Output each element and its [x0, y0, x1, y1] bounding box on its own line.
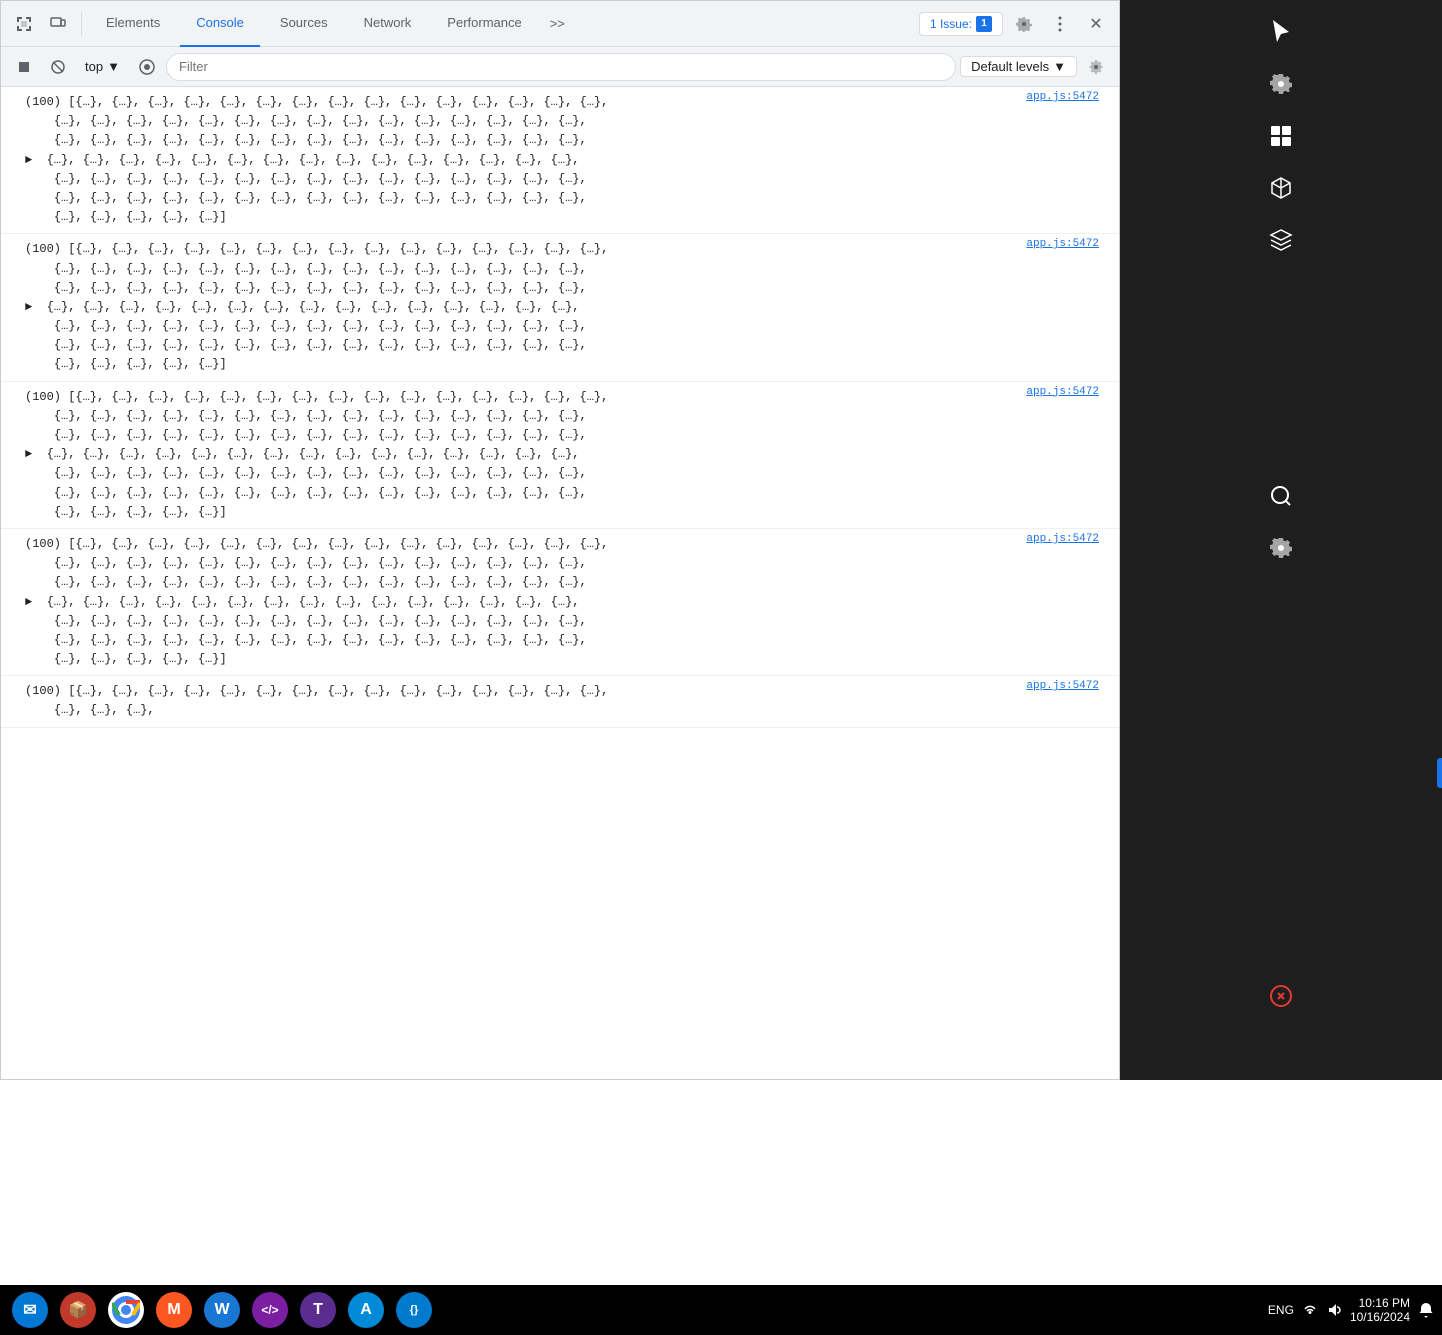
- sidebar-icon-search[interactable]: [1257, 472, 1305, 520]
- context-selector[interactable]: top ▼: [77, 57, 128, 76]
- devtools-panel: Elements Console Sources Network Perform…: [0, 0, 1120, 1080]
- entry-content: (100) [{…}, {…}, {…}, {…}, {…}, {…}, {…}…: [1, 386, 1119, 524]
- tab-elements[interactable]: Elements: [90, 1, 176, 47]
- taskbar-mail-app[interactable]: ✉: [8, 1288, 52, 1332]
- issue-count-icon: 1: [976, 16, 992, 32]
- sidebar-icon-cube[interactable]: [1257, 164, 1305, 212]
- taskbar: ✉ 📦 M W </>: [0, 1285, 1442, 1335]
- console-entry: app.js:5472 (100) [{…}, {…}, {…}, {…}, {…: [1, 529, 1119, 676]
- console-entry: app.js:5472 (100) [{…}, {…}, {…}, {…}, {…: [1, 87, 1119, 234]
- toolbar-divider-1: [81, 12, 82, 36]
- console-output[interactable]: app.js:5472 (100) [{…}, {…}, {…}, {…}, {…: [1, 87, 1119, 1079]
- taskbar-manga-app[interactable]: M: [152, 1288, 196, 1332]
- taskbar-language: ENG: [1268, 1303, 1294, 1317]
- wifi-icon: [1302, 1302, 1318, 1318]
- device-toggle-button[interactable]: [43, 9, 73, 39]
- volume-icon: [1326, 1302, 1342, 1318]
- source-link[interactable]: app.js:5472: [1026, 386, 1099, 398]
- devtools-settings-button[interactable]: [1009, 9, 1039, 39]
- sidebar-icon-settings[interactable]: [1257, 524, 1305, 572]
- live-expression-button[interactable]: [132, 52, 162, 82]
- taskbar-chrome-app[interactable]: [104, 1288, 148, 1332]
- notification-icon[interactable]: [1418, 1302, 1434, 1318]
- source-link[interactable]: app.js:5472: [1026, 238, 1099, 250]
- taskbar-right: ENG 10:16 PM 10/16/2024: [1268, 1296, 1434, 1324]
- taskbar-code-app[interactable]: </>: [248, 1288, 292, 1332]
- levels-chevron-icon: ▼: [1053, 59, 1066, 74]
- chevron-down-icon: ▼: [107, 59, 120, 74]
- entry-content: (100) [{…}, {…}, {…}, {…}, {…}, {…}, {…}…: [1, 91, 1119, 229]
- sidebar-icon-cursor[interactable]: [1257, 8, 1305, 56]
- tab-sources[interactable]: Sources: [264, 1, 344, 47]
- entry-content: (100) [{…}, {…}, {…}, {…}, {…}, {…}, {…}…: [1, 533, 1119, 671]
- taskbar-word-app[interactable]: W: [200, 1288, 244, 1332]
- devtools-more-button[interactable]: [1045, 9, 1075, 39]
- entry-content: (100) [{…}, {…}, {…}, {…}, {…}, {…}, {…}…: [1, 680, 1119, 722]
- taskbar-teams-app[interactable]: T: [296, 1288, 340, 1332]
- tab-performance[interactable]: Performance: [431, 1, 537, 47]
- devtools-toolbar: Elements Console Sources Network Perform…: [1, 1, 1119, 47]
- taskbar-store-app[interactable]: 📦: [56, 1288, 100, 1332]
- log-levels-dropdown[interactable]: Default levels ▼: [960, 56, 1077, 77]
- source-link[interactable]: app.js:5472: [1026, 680, 1099, 692]
- console-settings-button[interactable]: [1081, 52, 1111, 82]
- issue-badge-label: 1 Issue:: [930, 17, 972, 31]
- taskbar-azure-app[interactable]: A: [344, 1288, 388, 1332]
- stop-button[interactable]: [43, 52, 73, 82]
- console-toolbar: top ▼ Default levels ▼: [1, 47, 1119, 87]
- clear-console-button[interactable]: [9, 52, 39, 82]
- sidebar-icon-gear[interactable]: [1257, 60, 1305, 108]
- toolbar-right: 1 Issue: 1 ✕: [919, 9, 1111, 39]
- issue-badge[interactable]: 1 Issue: 1: [919, 12, 1003, 36]
- entry-content: (100) [{…}, {…}, {…}, {…}, {…}, {…}, {…}…: [1, 238, 1119, 376]
- context-label: top: [85, 59, 103, 74]
- console-entry: app.js:5472 (100) [{…}, {…}, {…}, {…}, {…: [1, 676, 1119, 727]
- source-link[interactable]: app.js:5472: [1026, 533, 1099, 545]
- tab-network[interactable]: Network: [348, 1, 428, 47]
- taskbar-vscode-app[interactable]: {}: [392, 1288, 436, 1332]
- devtools-close-button[interactable]: ✕: [1081, 9, 1111, 39]
- tab-overflow-button[interactable]: >>: [542, 1, 573, 47]
- console-filter-input[interactable]: [166, 53, 956, 81]
- tab-console[interactable]: Console: [180, 1, 260, 47]
- sidebar-icon-close[interactable]: [1257, 972, 1305, 1020]
- windows-sidebar: [1120, 0, 1442, 1080]
- taskbar-time: 10:16 PM 10/16/2024: [1350, 1296, 1410, 1324]
- console-entry: app.js:5472 (100) [{…}, {…}, {…}, {…}, {…: [1, 382, 1119, 529]
- sidebar-icon-grid[interactable]: [1257, 112, 1305, 160]
- inspect-element-button[interactable]: [9, 9, 39, 39]
- sidebar-icon-layers[interactable]: [1257, 216, 1305, 264]
- source-link[interactable]: app.js:5472: [1026, 91, 1099, 103]
- console-entry: app.js:5472 (100) [{…}, {…}, {…}, {…}, {…: [1, 234, 1119, 381]
- sidebar-active-indicator: [1437, 758, 1442, 788]
